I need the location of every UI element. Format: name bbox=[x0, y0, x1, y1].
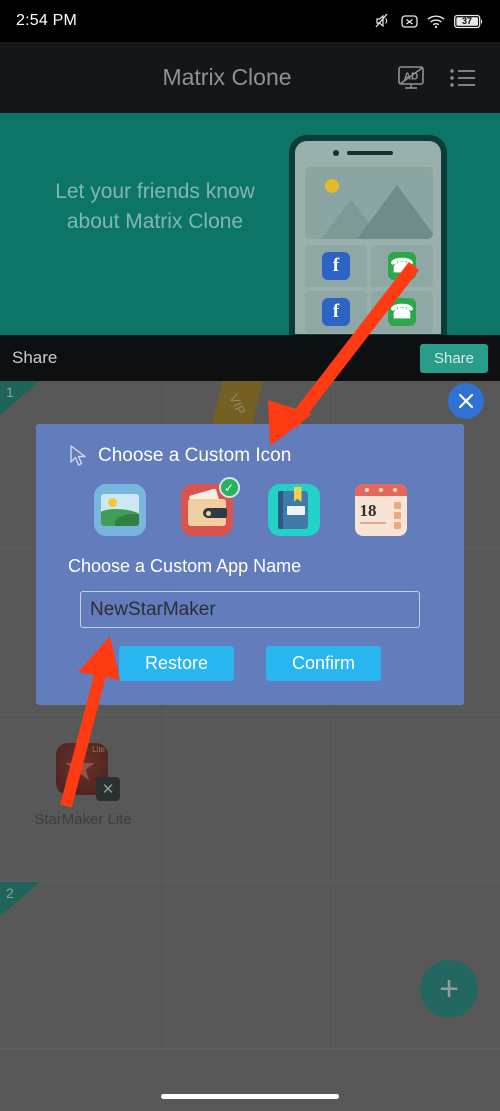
phone-app-grid: f ☎ f ☎ bbox=[305, 245, 433, 333]
grid-row: 2 bbox=[0, 882, 500, 1049]
icon-options-row: ✓ 18 bbox=[54, 468, 446, 536]
grid-row: ★ Lite ✕ StarMaker Lite bbox=[0, 715, 500, 882]
confirm-button[interactable]: Confirm bbox=[266, 646, 381, 681]
clone-slot[interactable] bbox=[334, 882, 500, 1049]
promo-banner-text: Let your friends know about Matrix Clone bbox=[55, 180, 255, 233]
clone-slot[interactable] bbox=[167, 882, 334, 1049]
app-cell-starmaker-lite[interactable]: ★ Lite ✕ StarMaker Lite bbox=[0, 715, 167, 882]
dialog-name-title: Choose a Custom App Name bbox=[68, 556, 302, 576]
clone-slot[interactable] bbox=[167, 715, 334, 882]
page-title: Matrix Clone bbox=[162, 64, 292, 90]
share-label: Share bbox=[12, 348, 58, 367]
whatsapp-icon: ☎ bbox=[388, 252, 416, 280]
gallery-icon bbox=[100, 494, 139, 526]
calendar-icon bbox=[354, 484, 407, 496]
clone-slot[interactable]: 2 bbox=[0, 882, 167, 1049]
home-indicator bbox=[161, 1094, 339, 1099]
icon-option-calendar[interactable]: 18 bbox=[354, 484, 407, 536]
list-menu-icon[interactable] bbox=[446, 61, 480, 95]
status-time: 2:54 PM bbox=[16, 12, 77, 29]
no-ads-icon[interactable]: AD bbox=[394, 61, 428, 95]
app-label: StarMaker Lite bbox=[34, 811, 132, 828]
close-icon bbox=[458, 393, 474, 409]
battery-level: 37 bbox=[461, 16, 472, 26]
slot-index-badge: 1 bbox=[0, 381, 40, 415]
add-clone-fab[interactable]: + bbox=[420, 960, 478, 1018]
phone-app-cell: f bbox=[305, 291, 367, 333]
x-badge-icon bbox=[401, 14, 418, 28]
close-dialog-button[interactable] bbox=[448, 383, 484, 419]
restore-button[interactable]: Restore bbox=[119, 646, 234, 681]
app-name-input[interactable] bbox=[80, 591, 420, 628]
icon-option-wallet[interactable]: ✓ bbox=[180, 477, 240, 536]
facebook-icon: f bbox=[322, 298, 350, 326]
custom-icon-dialog: Choose a Custom Icon ✓ 18 Choose a Custo… bbox=[36, 424, 464, 705]
wifi-icon bbox=[427, 15, 445, 28]
phone-screen: 2:54 PM 37 Matrix Clone AD Let your frie… bbox=[0, 0, 500, 1111]
sun-shape bbox=[325, 179, 339, 193]
phone-app-cell: f bbox=[305, 245, 367, 287]
clone-slot[interactable] bbox=[334, 715, 500, 882]
slot-index-badge: 2 bbox=[0, 882, 40, 916]
phone-app-cell: ☎ bbox=[371, 245, 433, 287]
icon-option-gallery[interactable] bbox=[93, 484, 146, 536]
phone-wallpaper bbox=[305, 167, 433, 239]
calendar-day: 18 bbox=[359, 501, 377, 520]
share-bar: Share Share bbox=[0, 335, 500, 381]
mountain-shape bbox=[357, 185, 433, 239]
icon-option-notebook[interactable] bbox=[267, 484, 320, 536]
dialog-icon-header: Choose a Custom Icon bbox=[54, 424, 446, 468]
battery-icon: 37 bbox=[454, 14, 484, 29]
app-bar: Matrix Clone AD bbox=[0, 42, 500, 113]
vip-ribbon: VIP bbox=[211, 381, 263, 427]
delete-badge[interactable]: ✕ bbox=[96, 777, 120, 801]
starmaker-icon: ★ Lite ✕ bbox=[56, 741, 120, 801]
pointer-cursor-icon bbox=[70, 445, 86, 466]
mute-icon bbox=[375, 13, 388, 28]
phone-app-cell: ☎ bbox=[371, 291, 433, 333]
phone-notch bbox=[333, 150, 393, 156]
status-bar: 2:54 PM 37 bbox=[0, 0, 500, 42]
whatsapp-icon: ☎ bbox=[388, 298, 416, 326]
selected-check-icon: ✓ bbox=[218, 477, 240, 498]
app-bar-actions: AD bbox=[394, 61, 500, 95]
vip-ribbon-label: VIP bbox=[225, 391, 249, 417]
phone-illustration: f ☎ f ☎ bbox=[289, 135, 447, 335]
dialog-icon-title: Choose a Custom Icon bbox=[98, 445, 292, 466]
share-button[interactable]: Share bbox=[419, 343, 488, 373]
promo-banner[interactable]: Let your friends know about Matrix Clone… bbox=[0, 113, 500, 335]
facebook-icon: f bbox=[322, 252, 350, 280]
status-icons: 37 bbox=[374, 13, 484, 29]
dialog-actions: Restore Confirm bbox=[54, 646, 446, 681]
